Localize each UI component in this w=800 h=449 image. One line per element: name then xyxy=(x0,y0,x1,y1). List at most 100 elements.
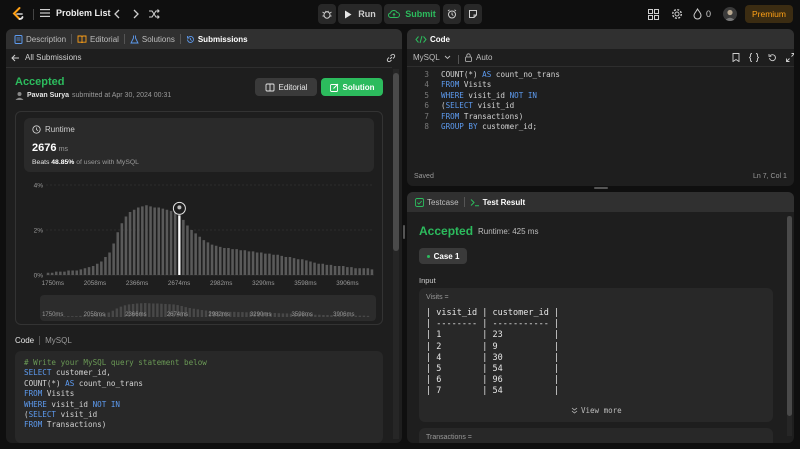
settings-gear-icon[interactable] xyxy=(671,8,683,22)
left-scrollbar-thumb[interactable] xyxy=(393,73,399,251)
all-submissions-link[interactable]: All Submissions xyxy=(11,53,81,62)
tab-submissions[interactable]: Submissions xyxy=(186,35,248,44)
run-label: Run xyxy=(358,9,376,19)
horizontal-resize-handle[interactable] xyxy=(594,187,608,189)
tab-divider xyxy=(463,197,465,207)
code-token: Visits xyxy=(459,80,492,90)
runtime-distribution-chart[interactable]: 4% 2% 0%1750ms 2058ms 2366ms 2674ms 2982ms 3290… xyxy=(24,177,380,289)
histogram-bar xyxy=(210,244,214,275)
timer-button[interactable] xyxy=(443,4,461,24)
histogram-bar xyxy=(370,269,374,275)
histogram-bar xyxy=(313,262,316,275)
debug-button[interactable] xyxy=(318,4,336,24)
histogram-bar xyxy=(112,243,115,275)
tab-testcase[interactable]: Testcase xyxy=(415,198,459,207)
problem-list-button[interactable]: Problem List xyxy=(40,8,111,18)
histogram-bar xyxy=(67,270,70,275)
histogram-bar xyxy=(288,257,292,275)
case-1-label: Case 1 xyxy=(433,251,460,261)
code-token: visit_id xyxy=(463,90,510,100)
code-token: AS xyxy=(65,378,75,388)
vertical-resize-handle[interactable] xyxy=(403,225,405,239)
histogram-bar xyxy=(214,245,218,275)
histogram-bar xyxy=(346,267,349,275)
divider xyxy=(407,66,794,67)
divider xyxy=(39,336,41,345)
next-problem-icon[interactable] xyxy=(131,8,141,22)
braces-icon[interactable] xyxy=(749,53,759,62)
expand-icon[interactable] xyxy=(786,53,794,62)
layout-grid-icon[interactable] xyxy=(648,9,659,22)
x-tick-label: 2982ms xyxy=(210,280,232,287)
editorial-button-label: Editorial xyxy=(278,82,308,92)
avatar[interactable] xyxy=(723,7,737,21)
problem-list-label: Problem List xyxy=(56,8,111,18)
line-number: 8 xyxy=(424,122,429,132)
line-number: 7 xyxy=(424,111,429,121)
code-token: SELECT xyxy=(24,368,52,378)
code-token: GROUP BY xyxy=(441,122,478,132)
leetcode-logo-icon[interactable] xyxy=(10,6,26,22)
histogram-bar xyxy=(100,261,103,275)
notes-button[interactable] xyxy=(464,4,482,24)
histogram-bar xyxy=(206,242,210,275)
reset-icon[interactable] xyxy=(768,53,777,62)
username[interactable]: Pavan Surya xyxy=(27,92,69,99)
overview-tick-label: 2674ms xyxy=(167,312,188,318)
visits-input-block: Visits = | visit_id | customer_id | | ---… xyxy=(419,288,773,422)
table-row: | 2 | 9 | xyxy=(426,341,560,352)
code-token: Visits xyxy=(42,389,75,399)
streak-counter[interactable]: 0 xyxy=(693,8,711,20)
language-select[interactable]: MySQL xyxy=(413,53,451,62)
code-token: # Write your MySQL query statement below xyxy=(24,358,207,367)
editorial-button[interactable]: Editorial xyxy=(255,78,317,96)
overview-bar xyxy=(241,312,244,317)
runtime-summary[interactable]: Runtime 2676 ms Beats 48.85% of users wi… xyxy=(24,118,374,172)
shuffle-icon[interactable] xyxy=(148,8,160,22)
beats-value: 48.85% xyxy=(51,159,75,166)
line-number: 6 xyxy=(424,101,429,111)
code-line: 8 GROUP BY customer_id; xyxy=(415,122,560,132)
result-scrollbar-track[interactable] xyxy=(787,216,792,436)
view-more-button[interactable]: View more xyxy=(571,406,622,415)
runtime-overview-chart[interactable]: 1750ms 2058ms 2366ms 2674ms 2982ms 3290ms 3598… xyxy=(40,295,376,321)
bookmark-icon[interactable] xyxy=(732,53,740,62)
code-editor-text[interactable]: 3 COUNT(*) AS count_no_trans 4 FROM Visits 5… xyxy=(415,70,560,132)
auto-format-toggle[interactable]: Auto xyxy=(465,53,492,62)
code-token: NOT IN xyxy=(92,399,121,409)
solution-button[interactable]: Solution xyxy=(321,78,383,96)
prev-problem-icon[interactable] xyxy=(112,8,122,22)
tab-solutions[interactable]: Solutions xyxy=(130,35,175,44)
submit-button[interactable]: Submit xyxy=(384,4,440,24)
overview-tick-label: 3290ms xyxy=(250,312,271,318)
double-chevron-down-icon xyxy=(571,407,578,414)
streak-count: 0 xyxy=(706,9,712,19)
left-panel: Description Editorial Solutions Submissi… xyxy=(6,29,402,443)
overview-bar xyxy=(111,310,115,317)
flask-icon xyxy=(130,35,139,44)
runtime-title-label: Runtime xyxy=(45,125,75,134)
tab-editorial[interactable]: Editorial xyxy=(77,35,119,44)
overview-bar xyxy=(196,309,200,317)
x-tick-label: 2366ms xyxy=(126,280,148,287)
line-number: 5 xyxy=(424,90,429,100)
left-scrollbar-track[interactable] xyxy=(393,69,399,439)
link-icon[interactable] xyxy=(386,53,396,65)
histogram-bar xyxy=(95,263,99,275)
language-select-value: MySQL xyxy=(413,53,440,62)
submitted-code-block[interactable]: # Write your MySQL query statement below… xyxy=(15,351,383,443)
tab-description[interactable]: Description xyxy=(14,34,66,44)
case-1-tab[interactable]: Case 1 xyxy=(419,248,467,264)
code-line: FROM Transactions) xyxy=(24,420,207,430)
table-row: | -------- | ----------- | xyxy=(426,319,560,330)
runtime-value-row: 2676 ms xyxy=(32,142,68,154)
tab-test-result[interactable]: Test Result xyxy=(470,198,525,207)
histogram-bar xyxy=(243,250,247,275)
overview-bar xyxy=(354,315,358,317)
run-button[interactable]: Run xyxy=(338,4,382,24)
premium-button[interactable]: Premium xyxy=(745,5,793,23)
overview-bar xyxy=(277,313,281,317)
overview-bar xyxy=(119,306,123,317)
divider xyxy=(6,67,392,68)
result-scrollbar-thumb[interactable] xyxy=(787,216,792,416)
